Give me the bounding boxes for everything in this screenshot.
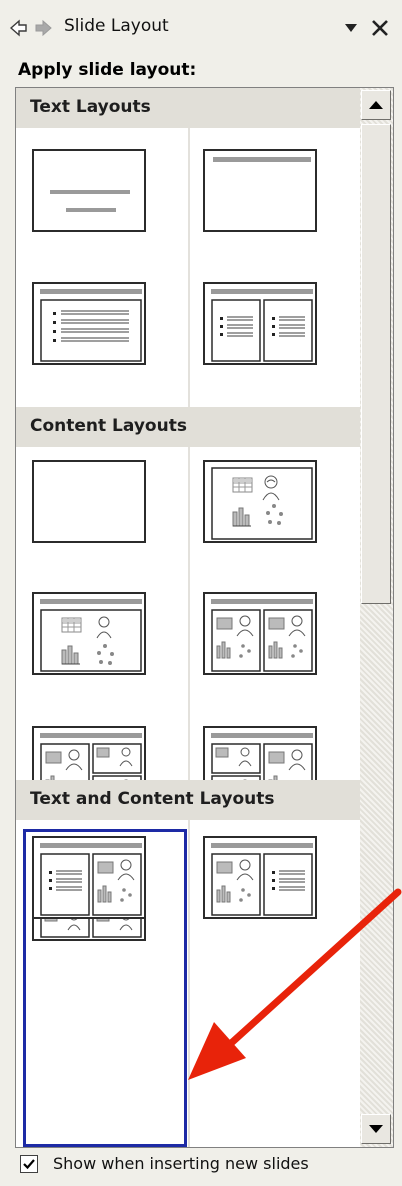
scroll-up-button[interactable] [361,90,391,120]
layout-title-and-content[interactable] [32,592,146,675]
layout-content[interactable] [203,460,317,543]
back-arrow-icon[interactable] [10,19,28,37]
layout-title-content-and-text[interactable] [203,836,317,919]
layout-title-and-2-content[interactable] [203,592,317,675]
section-header-text-layouts: Text Layouts [16,88,360,128]
column-divider [188,820,190,1147]
layout-title-and-text[interactable] [32,282,146,365]
checkmark-icon [23,1159,35,1170]
scroll-down-arrow-icon [369,1125,383,1133]
column-divider [188,447,190,780]
column-divider [188,128,190,408]
vertical-scrollbar[interactable] [360,88,393,1147]
layout-title-and-2-column-text[interactable] [203,282,317,365]
show-when-inserting-label: Show when inserting new slides [53,1154,309,1173]
apply-slide-layout-label: Apply slide layout: [18,60,197,80]
section-header-text-and-content-layouts: Text and Content Layouts [16,780,360,820]
scroll-up-arrow-icon [369,101,383,109]
layout-list: Text Layouts Content Layouts Text and Co… [16,88,360,1147]
dropdown-arrow-icon[interactable] [343,21,359,35]
show-when-inserting-checkbox[interactable] [20,1155,38,1173]
pane-title: Slide Layout [64,16,169,36]
layout-blank[interactable] [32,460,146,543]
forward-arrow-icon[interactable] [34,19,52,37]
layout-gallery: Text Layouts Content Layouts Text and Co… [15,87,394,1148]
scroll-thumb[interactable] [361,124,391,604]
task-pane-titlebar: Slide Layout [0,0,402,56]
section-header-content-layouts: Content Layouts [16,407,360,447]
scroll-down-button[interactable] [361,1114,391,1144]
layout-title-text-and-content[interactable] [32,836,146,919]
layout-title-slide[interactable] [32,149,146,232]
close-icon[interactable] [368,16,392,40]
layout-title-only[interactable] [203,149,317,232]
